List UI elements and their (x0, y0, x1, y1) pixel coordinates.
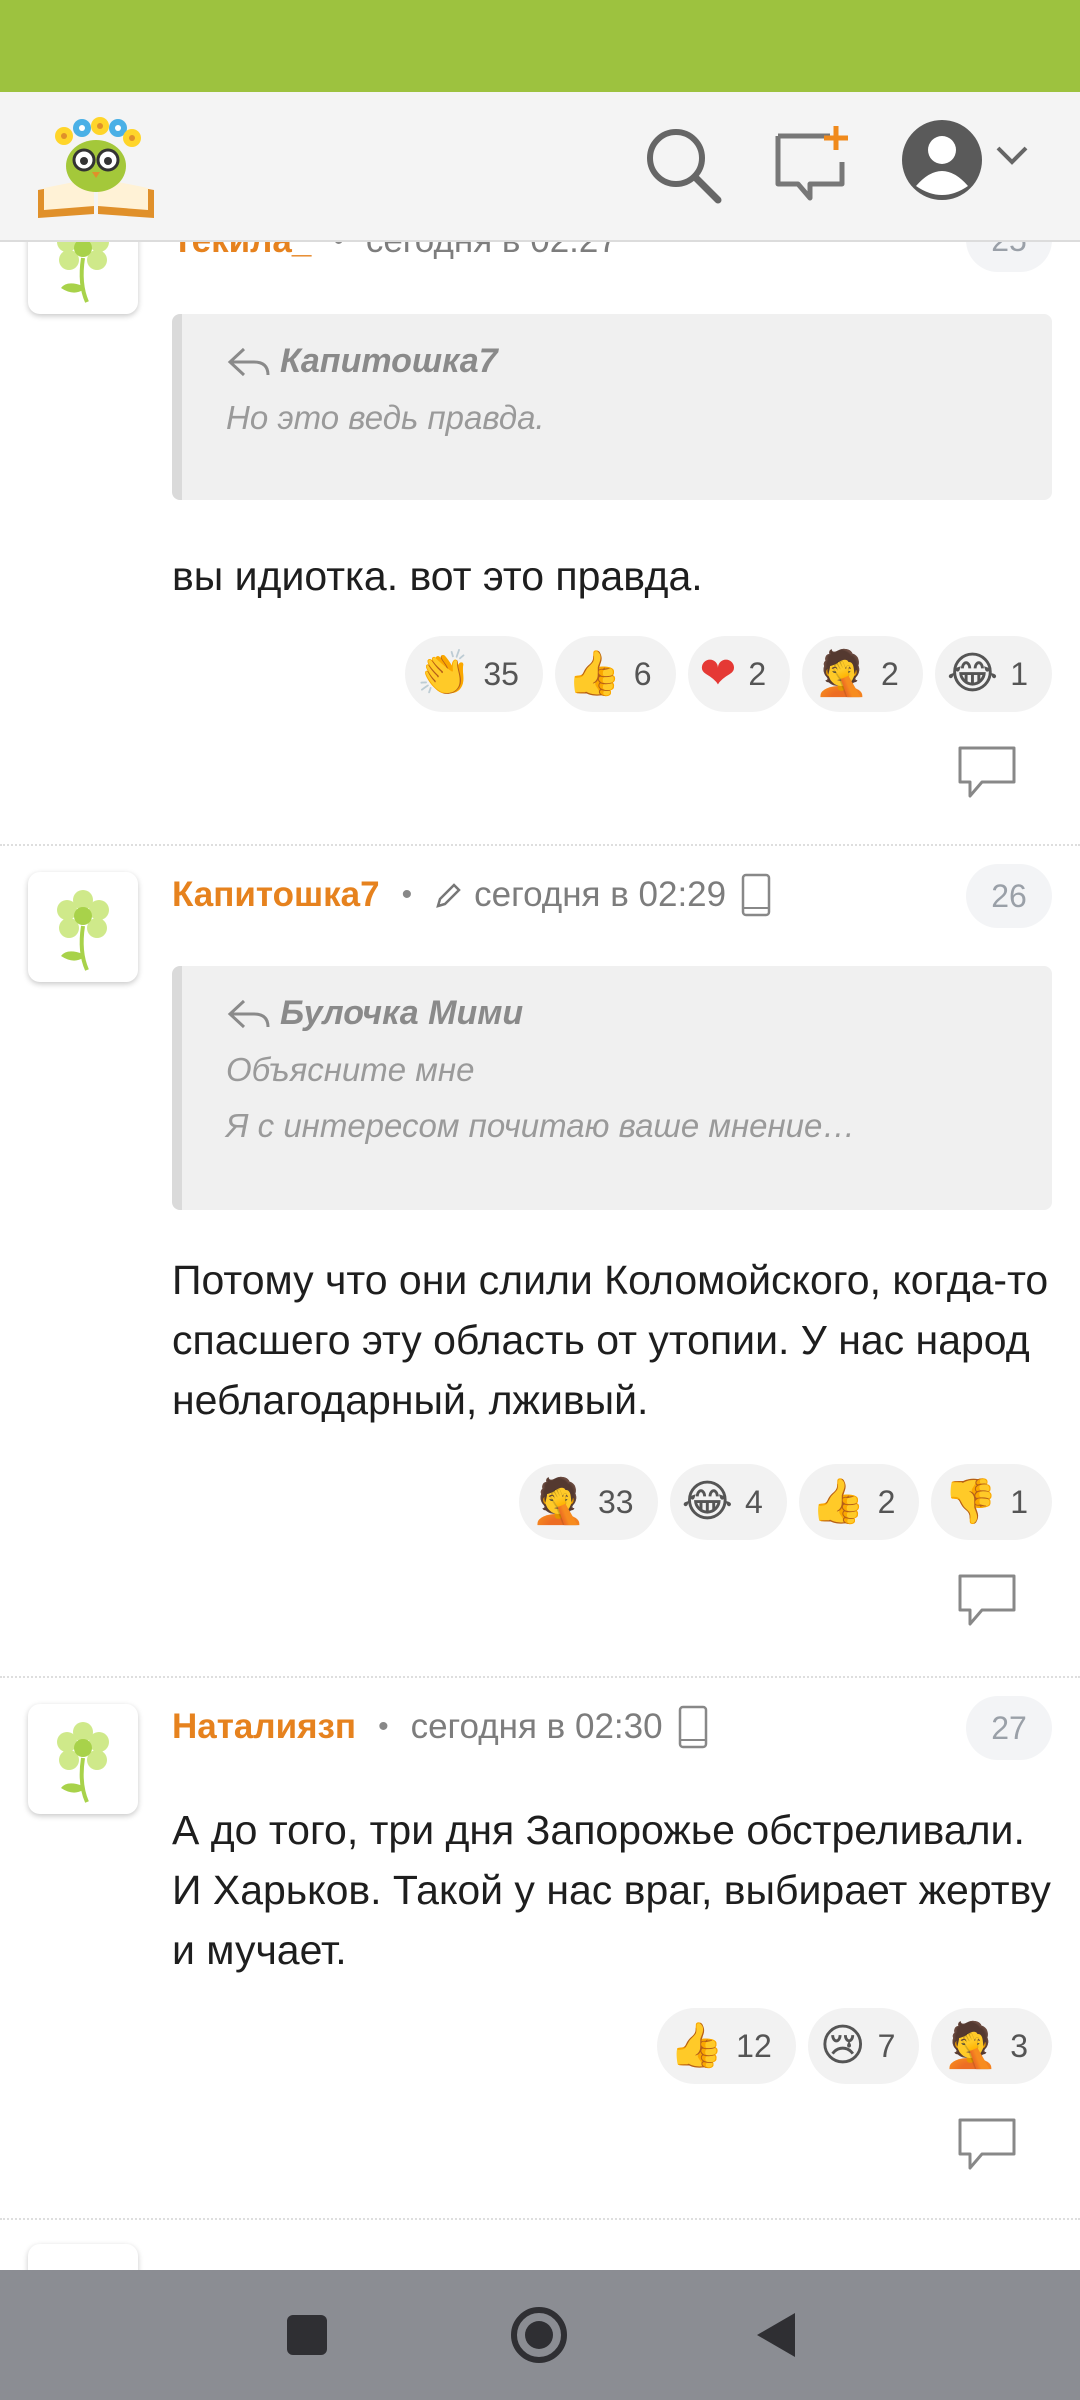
reaction-count: 33 (598, 1483, 634, 1520)
comment-meta: Наталиязп • сегодня в 02:30 (172, 1702, 709, 1752)
reaction-laugh[interactable]: 😂 4 (669, 1464, 787, 1540)
edited-pencil-icon (434, 880, 464, 910)
reaction-count: 35 (483, 655, 519, 692)
reaction-count: 2 (880, 655, 899, 692)
reaction-thumbs-down[interactable]: 👎 1 (931, 1464, 1052, 1540)
comment-author[interactable]: Текила_ (172, 240, 311, 261)
comment-time[interactable]: сегодня в 02:29 (474, 875, 726, 915)
reaction-thumbs-up[interactable]: 👍 6 (554, 636, 676, 712)
reaction-count: 1 (1010, 655, 1028, 692)
thumbs-up-emoji-icon: 👍 (669, 2020, 725, 2071)
avatar[interactable] (28, 240, 138, 314)
avatar[interactable] (28, 872, 138, 982)
reaction-thumbs-up[interactable]: 👍 12 (657, 2008, 796, 2084)
reaction-count: 12 (736, 2027, 772, 2064)
meta-separator: • (401, 878, 413, 911)
reaction-heart[interactable]: ❤ 2 (687, 636, 791, 712)
quote-author-row: Булочка Мими (226, 994, 1052, 1033)
crying-emoji-icon: 😢 (819, 2020, 866, 2071)
thumbs-up-emoji-icon: 👍 (566, 648, 622, 699)
comment-divider (0, 1676, 1080, 1678)
app-header (0, 92, 1080, 242)
meta-separator: • (378, 1710, 389, 1743)
back-icon[interactable] (740, 2300, 810, 2370)
thumbs-down-emoji-icon: 👎 (943, 1476, 999, 1527)
reaction-facepalm[interactable]: 🤦 33 (519, 1464, 658, 1540)
reply-arrow-icon (227, 999, 270, 1028)
comment-divider (0, 2218, 1080, 2220)
comment-text: А до того, три дня Запорожье обстреливал… (172, 1807, 1051, 1973)
comment-time[interactable]: сегодня в 02:30 (411, 1707, 663, 1747)
quote-text: Я с интересом почитаю ваше мнение… (226, 1107, 856, 1144)
quote-text: Но это ведь правда. (226, 399, 545, 436)
quote-text: Объясните мне (226, 1051, 475, 1088)
reply-bubble-icon[interactable] (956, 744, 1018, 800)
quote-author[interactable]: Булочка Мими (280, 994, 523, 1033)
reactions-row: 🤦 33 😂 4 👍 2 👎 1 (519, 1464, 1052, 1540)
reaction-clap[interactable]: 👏 35 (404, 636, 543, 712)
status-bar (0, 0, 1080, 92)
comment-number[interactable]: 26 (966, 864, 1052, 928)
reaction-facepalm[interactable]: 🤦 3 (931, 2008, 1052, 2084)
reply-bubble-icon[interactable] (956, 2116, 1018, 2172)
compose-icon[interactable] (770, 122, 856, 208)
quote-author-row: Капитошка7 (226, 342, 1052, 381)
reaction-count: 7 (877, 2027, 896, 2064)
comment-number[interactable]: 27 (966, 1696, 1052, 1760)
reaction-laugh[interactable]: 😂 1 (934, 636, 1052, 712)
clap-emoji-icon: 👏 (416, 648, 472, 699)
comment-author[interactable]: Наталиязп (172, 1707, 356, 1747)
laugh-emoji-icon: 😂 (681, 1476, 734, 1527)
comment-author[interactable]: Капитошка7 (172, 875, 380, 915)
search-icon[interactable] (640, 122, 726, 208)
reaction-count: 1 (1010, 1483, 1028, 1520)
reaction-count: 2 (877, 1483, 896, 1520)
heart-emoji-icon: ❤ (699, 648, 737, 699)
comment-meta: Текила_ • сегодня в 02:27 (172, 240, 618, 266)
meta-separator: • (333, 240, 344, 257)
comment-meta: Капитошка7 • сегодня в 02:29 (172, 870, 772, 920)
quote-author[interactable]: Капитошка7 (280, 342, 498, 381)
comment-number[interactable]: 25 (966, 240, 1052, 272)
reply-bubble-icon[interactable] (956, 1572, 1018, 1628)
reply-arrow-icon (227, 347, 270, 376)
thumbs-up-emoji-icon: 👍 (810, 1476, 866, 1527)
reaction-facepalm[interactable]: 🤦 2 (802, 636, 923, 712)
comment-text: Потому что они слили Коломойского, когда… (172, 1257, 1049, 1423)
reaction-count: 6 (633, 655, 652, 692)
reaction-crying[interactable]: 😢 7 (807, 2008, 920, 2084)
reactions-row: 👍 12 😢 7 🤦 3 (657, 2008, 1052, 2084)
facepalm-emoji-icon: 🤦 (814, 648, 869, 699)
recent-apps-icon[interactable] (272, 2300, 342, 2370)
facepalm-emoji-icon: 🤦 (943, 2020, 999, 2071)
chevron-down-icon[interactable] (992, 136, 1032, 176)
comment-time[interactable]: сегодня в 02:27 (366, 240, 618, 261)
comment-text: вы идиотка. вот это правда. (172, 553, 703, 599)
mobile-device-icon (677, 1704, 709, 1750)
reactions-row: 👏 35 👍 6 ❤ 2 🤦 2 😂 1 (404, 636, 1052, 712)
quote-block: Капитошка7 Но это ведь правда. (172, 314, 1052, 500)
profile-icon[interactable] (900, 118, 984, 202)
laugh-emoji-icon: 😂 (946, 648, 999, 699)
quote-block: Булочка Мими Объясните мне Я с интересом… (172, 966, 1052, 1210)
mobile-device-icon (740, 872, 772, 918)
comments-feed: Текила_ • сегодня в 02:27 25 Капитошка7 … (0, 240, 1080, 2270)
home-icon[interactable] (504, 2300, 574, 2370)
system-nav-bar (0, 2270, 1080, 2400)
avatar[interactable] (28, 1704, 138, 1814)
facepalm-emoji-icon: 🤦 (531, 1476, 586, 1527)
reaction-thumbs-up[interactable]: 👍 2 (798, 1464, 920, 1540)
reaction-count: 2 (748, 655, 767, 692)
reaction-count: 4 (745, 1483, 763, 1520)
owl-book-logo[interactable] (34, 110, 158, 222)
comment-divider (0, 844, 1080, 846)
avatar[interactable] (28, 2244, 138, 2270)
reaction-count: 3 (1010, 2027, 1028, 2064)
